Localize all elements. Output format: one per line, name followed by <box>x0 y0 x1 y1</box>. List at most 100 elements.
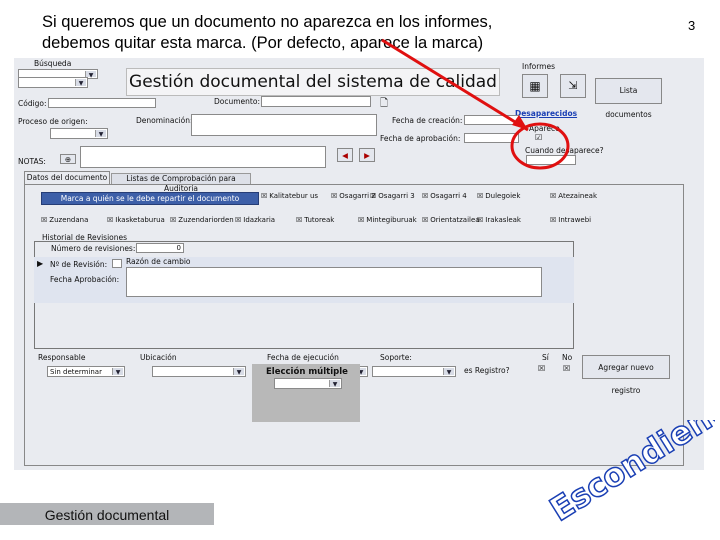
eleccion-multiple-label: Elección múltiple <box>266 367 348 377</box>
informes-label: Informes <box>522 62 555 71</box>
form-screenshot: Búsqueda ▼ ▼ Gestión documental del sist… <box>14 58 704 470</box>
tab-listas-comprobacion[interactable]: Listas de Comprobación para Auditoria <box>111 173 251 193</box>
fecha-creacion-label: Fecha de creación: <box>392 116 463 125</box>
recipient-label: Intrawebi <box>558 216 592 224</box>
recipient-checkbox[interactable]: ☒ <box>477 192 483 200</box>
recipient-label: Tutoreak <box>304 216 335 224</box>
recipient-checkbox[interactable]: ☒ <box>41 216 47 224</box>
fecha-aprobacion-label: Fecha de aprobación: <box>380 134 461 143</box>
recipient-label: Osagarri 4 <box>430 192 467 200</box>
recipient-item: ☒ Idazkaria <box>235 216 293 225</box>
lista-documentos-button[interactable]: Lista documentos <box>595 78 662 119</box>
recipient-item: ☒ Tutoreak <box>296 216 354 225</box>
razon-cambio-label: Razón de cambio <box>126 257 191 266</box>
chevron-down-icon: ▼ <box>95 130 106 138</box>
codigo-label: Código: <box>18 99 47 108</box>
ubicacion-label: Ubicación <box>140 353 177 362</box>
chevron-down-icon: ▼ <box>443 368 454 376</box>
recipient-checkbox[interactable]: ☒ <box>550 192 556 200</box>
num-revisiones-field[interactable]: 0 <box>136 243 184 253</box>
reparto-button[interactable]: Marca a quién se le debe repartir el doc… <box>41 192 259 205</box>
aparece-checkbox[interactable]: ☑ <box>535 133 542 142</box>
recipient-item: ☒ Mintegiburuak <box>358 216 417 225</box>
chevron-down-icon: ▼ <box>233 368 244 376</box>
num-revision-field[interactable] <box>112 259 122 268</box>
no-checkbox[interactable]: ☒ <box>563 364 570 373</box>
recipient-item: ☒ Atezaineak <box>550 192 608 201</box>
recipient-checkbox[interactable]: ☒ <box>261 192 267 200</box>
recipient-item: ☒ Osagarri 4 <box>422 192 480 201</box>
recipient-item: ☒ Dulegoiek <box>477 192 535 201</box>
recipient-label: Osagarri 3 <box>378 192 415 200</box>
denominacion-field[interactable] <box>191 114 377 136</box>
soporte-combo[interactable]: ▼ <box>372 366 456 377</box>
fecha-aprobacion-field[interactable] <box>464 133 519 143</box>
fecha-creacion-field[interactable] <box>464 115 519 125</box>
chevron-down-icon: ▼ <box>329 380 340 388</box>
recipient-label: Irakasleak <box>485 216 521 224</box>
app-title: Gestión documental del sistema de calida… <box>126 68 500 96</box>
fecha-aprobacion2-label: Fecha Aprobación: <box>50 275 120 284</box>
recipient-label: Ikasketaburua <box>115 216 165 224</box>
recipient-label: Atezaineak <box>558 192 597 200</box>
caption: Si queremos que un documento no aparezca… <box>42 12 602 54</box>
proceso-label: Proceso de origen: <box>18 117 88 126</box>
recipient-checkbox[interactable]: ☒ <box>550 216 556 224</box>
no-label: No <box>562 353 573 362</box>
responsable-combo[interactable]: Sin determinar ▼ <box>47 366 125 377</box>
fecha-ejecucion-label: Fecha de ejecución <box>267 353 339 362</box>
recipient-checkbox[interactable]: ☒ <box>358 216 364 224</box>
export-report-button[interactable]: ⇲ <box>560 74 586 98</box>
documento-field[interactable] <box>261 96 371 107</box>
revision-record-row: ▶ Nº de Revisión: Razón de cambio Fecha … <box>34 257 574 303</box>
tab-datos-documento[interactable]: Datos del documento <box>24 171 110 184</box>
desaparecidos-link[interactable]: Desaparecidos <box>515 109 577 118</box>
recipient-checkbox[interactable]: ☒ <box>370 192 376 200</box>
cuando-desaparece-field[interactable] <box>526 155 576 165</box>
codigo-field[interactable] <box>48 98 156 108</box>
prev-record-button[interactable]: ◀ <box>337 148 353 162</box>
recipient-item: ☒ Intrawebi <box>550 216 608 225</box>
caption-line-1: Si queremos que un documento no aparezca… <box>42 13 493 31</box>
recipient-checkbox[interactable]: ☒ <box>331 192 337 200</box>
recipient-label: Orientatzailea <box>430 216 480 224</box>
soporte-label: Soporte: <box>380 353 412 362</box>
notas-zoom-button[interactable]: ⊕ <box>60 154 76 164</box>
record-selector-icon[interactable]: ▶ <box>37 259 43 268</box>
recipient-label: Zuzendana <box>49 216 89 224</box>
recipient-checkbox[interactable]: ☒ <box>235 216 241 224</box>
agregar-registro-button[interactable]: Agregar nuevo registro <box>582 355 670 395</box>
recipient-checkbox[interactable]: ☒ <box>296 216 302 224</box>
eleccion-multiple-panel: Elección múltiple ▼ <box>252 364 360 422</box>
recipient-checkbox[interactable]: ☒ <box>422 216 428 224</box>
next-record-button[interactable]: ▶ <box>359 148 375 162</box>
recipient-item: ☒ Kalitatebur us <box>261 192 319 201</box>
responsable-label: Responsable <box>38 353 86 362</box>
recipient-label: Dulegoiek <box>485 192 521 200</box>
busqueda-dropdown[interactable]: ▼ <box>18 77 88 88</box>
caption-line-2: debemos quitar esta marca. (Por defecto,… <box>42 34 484 52</box>
eleccion-multiple-combo[interactable]: ▼ <box>274 378 342 389</box>
recipient-checkbox[interactable]: ☒ <box>107 216 113 224</box>
recipient-checkbox[interactable]: ☒ <box>170 216 176 224</box>
recipient-checkbox[interactable]: ☒ <box>477 216 483 224</box>
recipient-checkbox[interactable]: ☒ <box>422 192 428 200</box>
open-document-icon[interactable]: 🗋 <box>380 96 388 113</box>
escondiendo-text: Escondiendo <box>545 420 715 529</box>
print-report-button[interactable]: ▦ <box>522 74 548 98</box>
chevron-down-icon: ▼ <box>75 79 86 87</box>
chevron-down-icon: ▼ <box>112 368 123 376</box>
num-revision-label: Nº de Revisión: <box>50 260 108 269</box>
notas-field[interactable] <box>80 146 326 168</box>
si-checkbox[interactable]: ☒ <box>538 364 545 373</box>
recipient-label: Kalitatebur us <box>269 192 319 200</box>
denominacion-label: Denominación: <box>136 116 193 125</box>
proceso-combo[interactable]: ▼ <box>50 128 108 139</box>
razon-cambio-field[interactable] <box>126 267 542 297</box>
registro-label: es Registro? <box>464 366 510 375</box>
ubicacion-combo[interactable]: ▼ <box>152 366 246 377</box>
export-icon: ⇲ <box>568 79 578 92</box>
num-revisiones-label: Número de revisiones: <box>51 244 136 253</box>
aparece-label: Aparece <box>529 124 560 133</box>
recipient-label: Mintegiburuak <box>366 216 417 224</box>
